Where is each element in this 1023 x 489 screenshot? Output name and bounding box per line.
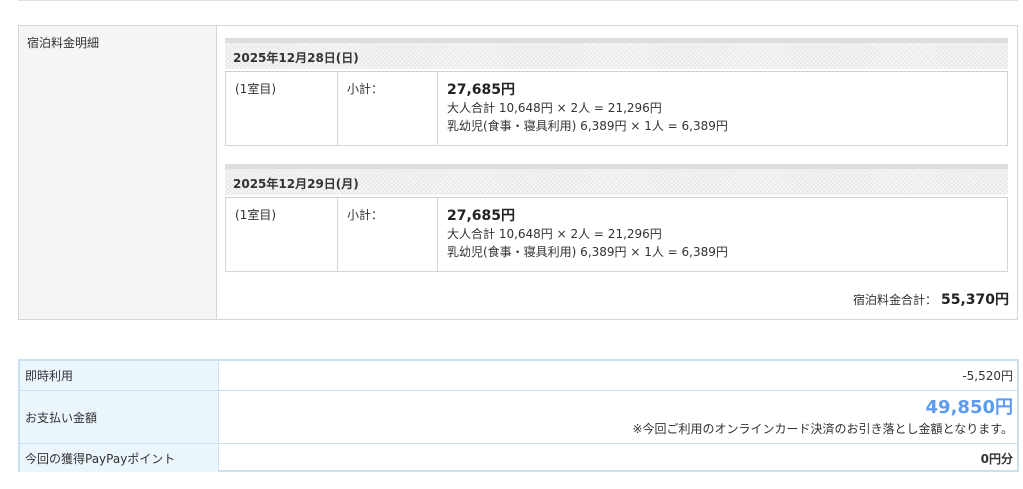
paypay-points-value: 0円分 (980, 451, 1013, 466)
top-divider (18, 0, 1018, 1)
day-block: 2025年12月29日(月) (1室目) 小計： 27,685円 大人合計 10… (225, 164, 1008, 272)
adult-total-line: 大人合計 10,648円 × 2人 = 21,296円 (447, 101, 662, 115)
payment-summary-table: 即時利用 -5,520円 お支払い金額 49,850円 ※今回ご利用のオンライン… (18, 359, 1019, 472)
room-number: (1室目) (226, 198, 338, 271)
day-block: 2025年12月28日(日) (1室目) 小計： 27,685円 大人合計 10… (225, 38, 1008, 146)
paypay-points-label: 今回の獲得PayPayポイント (20, 444, 219, 472)
subtotal-amount: 27,685円 (447, 82, 516, 98)
subtotal-label: 小計： (338, 72, 438, 145)
stay-fee-breakdown-content: 2025年12月28日(日) (1室目) 小計： 27,685円 大人合計 10… (217, 26, 1017, 319)
payment-amount-value: 49,850円 (925, 397, 1013, 418)
infant-total-line: 乳幼児(食事・寝具利用) 6,389円 × 1人 = 6,389円 (447, 245, 728, 259)
adult-total-line: 大人合計 10,648円 × 2人 = 21,296円 (447, 227, 662, 241)
date-header: 2025年12月28日(日) (225, 38, 1008, 69)
date-header: 2025年12月29日(月) (225, 164, 1008, 195)
room-row: (1室目) 小計： 27,685円 大人合計 10,648円 × 2人 = 21… (225, 71, 1008, 146)
stay-fee-breakdown-label: 宿泊料金明細 (19, 26, 217, 319)
stay-fee-breakdown-table: 宿泊料金明細 2025年12月28日(日) (1室目) 小計： 27,685円 … (18, 25, 1018, 320)
subtotal-detail: 27,685円 大人合計 10,648円 × 2人 = 21,296円 乳幼児(… (438, 198, 1007, 271)
instant-use-value-cell: -5,520円 (219, 361, 1017, 390)
instant-use-value: -5,520円 (962, 369, 1013, 383)
payment-amount-row: お支払い金額 49,850円 ※今回ご利用のオンラインカード決済のお引き落とし金… (20, 391, 1017, 444)
instant-use-label: 即時利用 (20, 361, 219, 390)
paypay-points-value-cell: 0円分 (219, 444, 1017, 472)
stay-fee-grand-total: 宿泊料金合計： 55,370円 (853, 291, 1009, 309)
room-number: (1室目) (226, 72, 338, 145)
room-row: (1室目) 小計： 27,685円 大人合計 10,648円 × 2人 = 21… (225, 197, 1008, 272)
grand-total-value: 55,370円 (940, 292, 1009, 308)
subtotal-label: 小計： (338, 198, 438, 271)
payment-amount-label: お支払い金額 (20, 391, 219, 443)
subtotal-detail: 27,685円 大人合計 10,648円 × 2人 = 21,296円 乳幼児(… (438, 72, 1007, 145)
paypay-points-row: 今回の獲得PayPayポイント 0円分 (20, 444, 1017, 472)
grand-total-label: 宿泊料金合計： (852, 293, 937, 307)
payment-amount-value-cell: 49,850円 ※今回ご利用のオンラインカード決済のお引き落とし金額となります。 (219, 391, 1017, 443)
payment-note: ※今回ご利用のオンラインカード決済のお引き落とし金額となります。 (632, 422, 1014, 436)
infant-total-line: 乳幼児(食事・寝具利用) 6,389円 × 1人 = 6,389円 (447, 119, 728, 133)
subtotal-amount: 27,685円 (447, 208, 516, 224)
instant-use-row: 即時利用 -5,520円 (20, 361, 1017, 391)
